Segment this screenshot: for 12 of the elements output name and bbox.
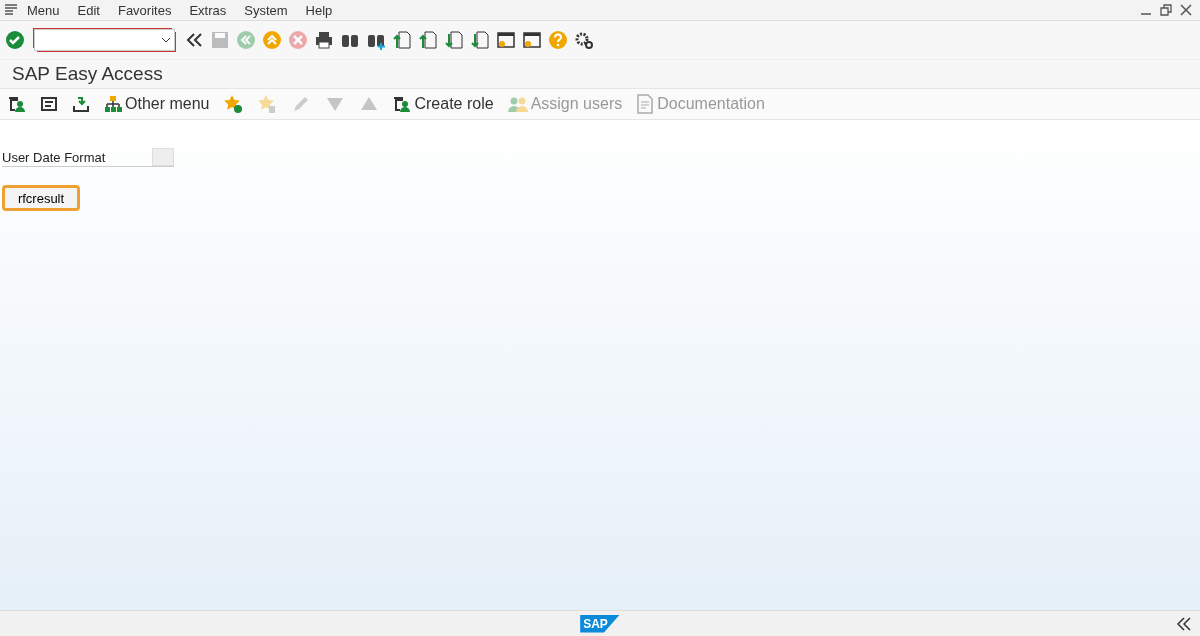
menu-item[interactable]: Extras: [180, 2, 236, 18]
screen-title: SAP Easy Access: [0, 60, 1200, 89]
menu-item[interactable]: Menu: [18, 2, 69, 18]
field-label: User Date Format: [2, 149, 107, 165]
sap-logo: SAP: [580, 614, 620, 633]
toolbar-button[interactable]: Create role: [389, 92, 498, 116]
menu-item[interactable]: Favorites: [108, 2, 181, 18]
menu-item[interactable]: System: [235, 2, 297, 18]
rfcresult-button[interactable]: rfcresult: [2, 185, 80, 211]
menu-item[interactable]: Help: [296, 2, 342, 18]
toolbar-button[interactable]: Other menu: [100, 92, 214, 116]
menu-item[interactable]: Edit: [68, 2, 109, 18]
